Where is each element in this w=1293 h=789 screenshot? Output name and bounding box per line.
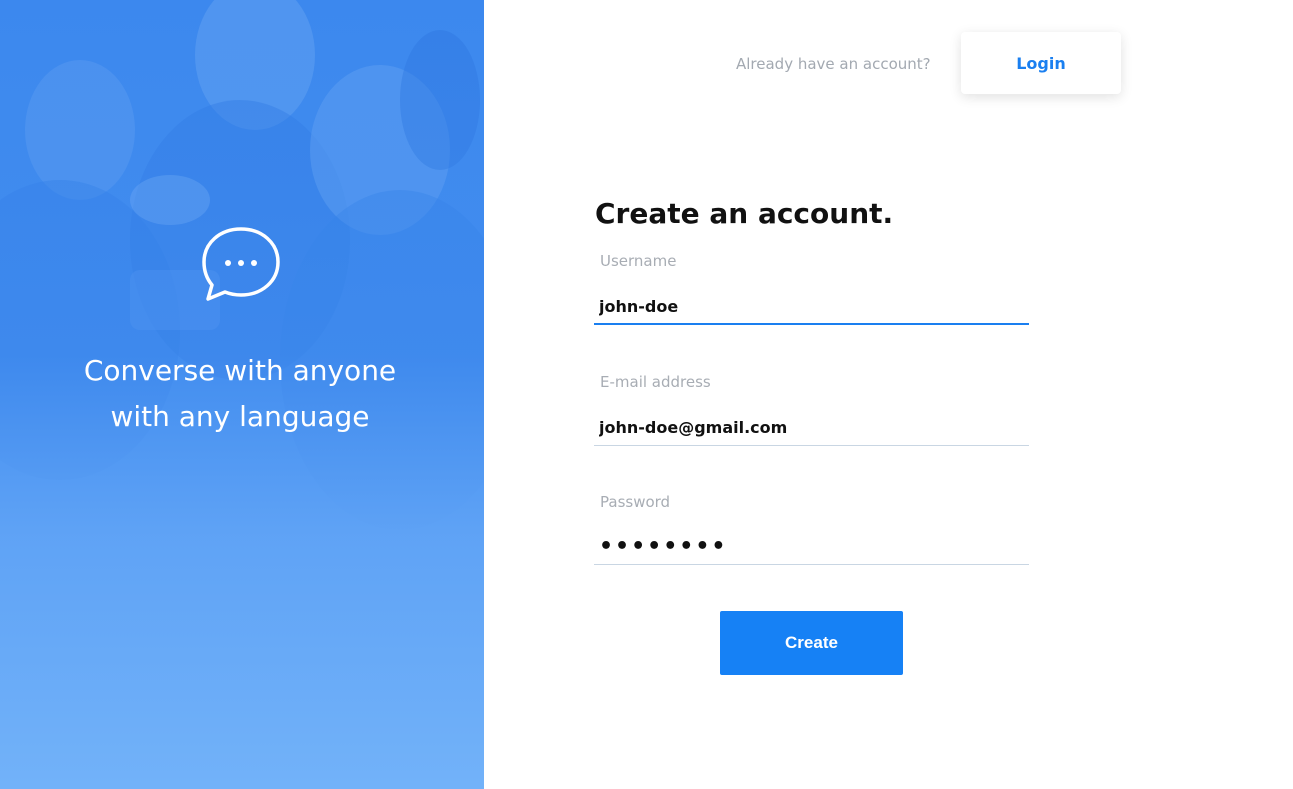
create-button[interactable]: Create bbox=[720, 611, 903, 675]
username-input[interactable] bbox=[594, 289, 1029, 325]
email-input[interactable] bbox=[594, 410, 1029, 446]
hero-panel: Converse with anyone with any language bbox=[0, 0, 484, 789]
username-label: Username bbox=[600, 252, 677, 270]
password-label: Password bbox=[600, 493, 671, 511]
hero-tagline: Converse with anyone with any language bbox=[0, 348, 480, 440]
password-input[interactable] bbox=[594, 529, 1029, 565]
chat-bubble-icon bbox=[202, 227, 280, 301]
hero-tagline-line2: with any language bbox=[110, 400, 370, 433]
form-title: Create an account. bbox=[595, 197, 894, 230]
email-label: E-mail address bbox=[600, 373, 711, 391]
hero-tagline-line1: Converse with anyone bbox=[83, 354, 397, 387]
login-prompt-text: Already have an account? bbox=[736, 55, 931, 73]
login-button[interactable]: Login bbox=[961, 32, 1121, 94]
